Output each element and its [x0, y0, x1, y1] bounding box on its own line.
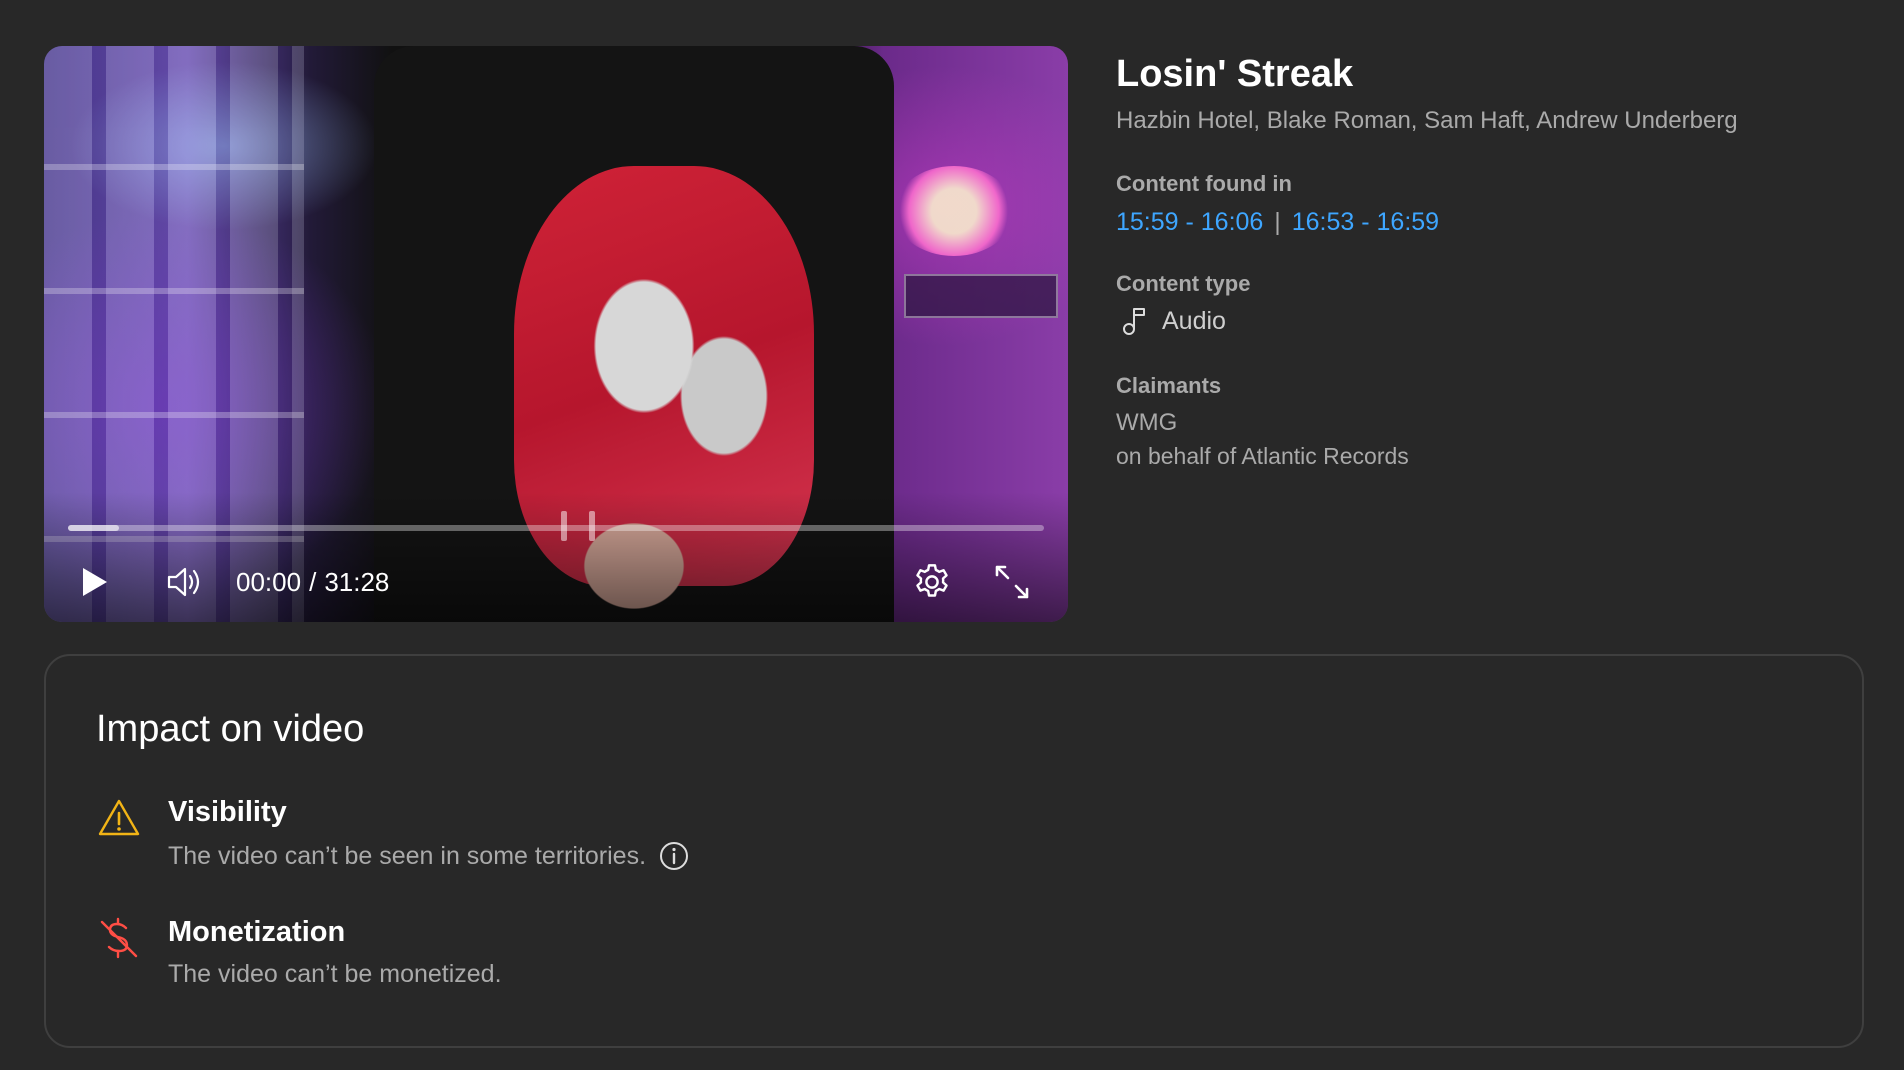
settings-button[interactable] [908, 554, 956, 610]
info-icon [660, 842, 689, 870]
claim-details: Losin' Streak Hazbin Hotel, Blake Roman,… [1116, 46, 1876, 472]
content-type-text: Audio [1162, 306, 1226, 335]
visibility-description: The video can’t be seen in some territor… [168, 840, 690, 872]
gear-icon [916, 564, 948, 597]
content-found-label: Content found in [1116, 171, 1292, 196]
impact-card: Impact on video Visibility The video can… [44, 654, 1864, 1048]
current-time: 00:00 [236, 566, 302, 597]
video-player[interactable]: 00:00 / 31:28 [44, 46, 1068, 622]
time-display: 00:00 / 31:28 [236, 554, 389, 610]
warning-icon [98, 799, 140, 836]
music-note-icon [1123, 308, 1145, 335]
monetization-description: The video can’t be monetized. [168, 960, 502, 989]
time-separator: / [309, 566, 317, 597]
content-type-section: Content type Audio [1116, 270, 1876, 336]
track-artists: Hazbin Hotel, Blake Roman, Sam Haft, And… [1116, 107, 1738, 134]
volume-icon [167, 567, 200, 597]
track-title: Losin' Streak [1116, 53, 1354, 95]
seek-bar[interactable] [68, 511, 1044, 541]
duration: 31:28 [324, 566, 390, 597]
range-separator: | [1274, 208, 1281, 236]
timestamp-link[interactable]: 15:59 - 16:06 [1116, 208, 1263, 236]
content-found-section: Content found in 15:59 - 16:06 | 16:53 -… [1116, 170, 1876, 238]
fullscreen-icon [995, 565, 1029, 599]
monetization-description-text: The video can’t be monetized. [168, 960, 502, 988]
impact-title: Impact on video [96, 708, 365, 750]
fullscreen-button[interactable] [988, 554, 1036, 610]
info-button[interactable] [658, 840, 690, 872]
content-type-label: Content type [1116, 271, 1251, 296]
monetization-heading: Monetization [168, 916, 346, 948]
player-controls: 00:00 / 31:28 [44, 554, 1068, 610]
video-frame-neon-sign [894, 166, 1014, 256]
visibility-heading: Visibility [168, 796, 287, 828]
play-icon [83, 568, 107, 596]
claimants-section: Claimants WMG on behalf of Atlantic Reco… [1116, 372, 1876, 472]
content-found-ranges: 15:59 - 16:06 | 16:53 - 16:59 [1116, 206, 1876, 238]
video-frame-wall-sign [904, 274, 1058, 318]
play-button[interactable] [74, 554, 114, 610]
seek-bar-buffered [68, 525, 119, 531]
volume-button[interactable] [162, 554, 210, 610]
content-type-value: Audio [1116, 306, 1876, 336]
page: 00:00 / 31:28 Losin' Streak Hazbin Hotel… [0, 0, 1904, 1070]
claim-marker[interactable] [589, 511, 596, 541]
claim-marker[interactable] [560, 511, 567, 541]
visibility-description-text: The video can’t be seen in some territor… [168, 841, 647, 870]
no-money-icon [100, 917, 138, 959]
claimants-label: Claimants [1116, 373, 1222, 398]
claimant-on-behalf: on behalf of Atlantic Records [1116, 443, 1409, 469]
timestamp-link[interactable]: 16:53 - 16:59 [1292, 208, 1439, 236]
claimant-name: WMG [1116, 409, 1178, 436]
